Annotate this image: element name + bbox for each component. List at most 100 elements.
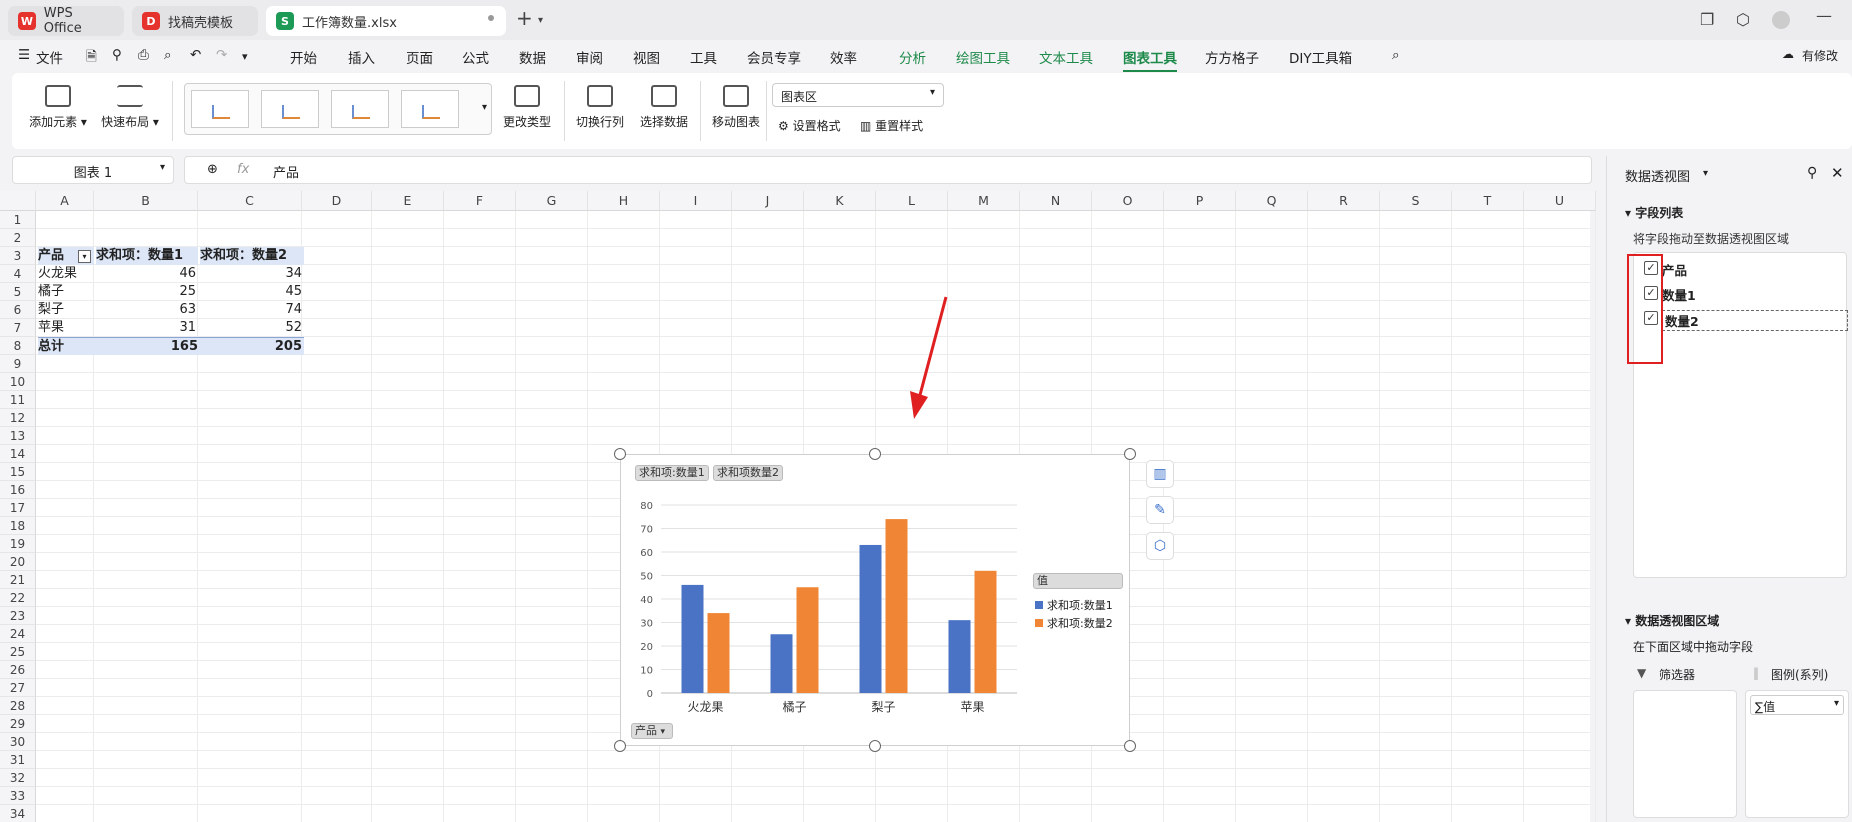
row-header-16[interactable]: 16 [0, 481, 36, 499]
menu-chart-tools[interactable]: 图表工具 [1123, 47, 1177, 72]
chart-style-thumb[interactable] [191, 90, 249, 128]
menu-icon[interactable]: ☰ [18, 47, 30, 63]
legend-drop-area[interactable]: ∑值 ▾ [1745, 690, 1849, 818]
move-chart-button[interactable]: 移动图表 [706, 85, 766, 130]
column-header-J[interactable]: J [732, 191, 804, 211]
resize-handle[interactable] [614, 740, 626, 752]
row-header-6[interactable]: 6 [0, 301, 36, 319]
menu-view[interactable]: 视图 [633, 47, 660, 67]
menu-text-tools[interactable]: 文本工具 [1039, 47, 1093, 67]
column-header-F[interactable]: F [444, 191, 516, 211]
avatar[interactable] [1772, 11, 1790, 29]
column-header-T[interactable]: T [1452, 191, 1524, 211]
axis-field-button[interactable]: 产品 ▾ [631, 723, 673, 739]
save-icon[interactable]: 🗎 [86, 47, 97, 70]
menu-fangfang[interactable]: 方方格子 [1205, 47, 1259, 67]
row-header-31[interactable]: 31 [0, 751, 36, 769]
field-label-qty1[interactable]: 数量1 [1662, 285, 1696, 304]
chevron-down-icon[interactable]: ▾ [1703, 168, 1708, 179]
select-all-corner[interactable] [0, 191, 36, 211]
column-header-O[interactable]: O [1092, 191, 1164, 211]
search-icon[interactable]: ⌕ [1392, 47, 1400, 63]
row-header-7[interactable]: 7 [0, 319, 36, 337]
chart-style-thumb[interactable] [261, 90, 319, 128]
chart-element-select[interactable]: 图表区 ▾ [772, 83, 944, 107]
column-header-N[interactable]: N [1020, 191, 1092, 211]
chart-elements-icon[interactable]: ▥ [1146, 460, 1174, 488]
menu-page[interactable]: 页面 [406, 47, 433, 67]
row-header-13[interactable]: 13 [0, 427, 36, 445]
column-header-P[interactable]: P [1164, 191, 1236, 211]
column-header-Q[interactable]: Q [1236, 191, 1308, 211]
row-header-2[interactable]: 2 [0, 229, 36, 247]
menu-drawing-tools[interactable]: 绘图工具 [956, 47, 1010, 67]
print-preview-icon[interactable]: ⌕ [164, 47, 172, 63]
field-label-qty2[interactable]: 数量2 [1662, 310, 1848, 331]
fx-icon[interactable]: fx [237, 162, 249, 177]
row-header-5[interactable]: 5 [0, 283, 36, 301]
filter-dropdown-icon[interactable]: ▾ [78, 250, 91, 263]
row-header-25[interactable]: 25 [0, 643, 36, 661]
column-header-E[interactable]: E [372, 191, 444, 211]
quick-access-dropdown-icon[interactable]: ▾ [242, 50, 248, 63]
zoom-icon[interactable]: ⊕ [207, 162, 218, 177]
pivot-total-value[interactable]: 165 [96, 337, 200, 355]
chart-style-thumb[interactable] [331, 90, 389, 128]
menu-formula[interactable]: 公式 [462, 47, 489, 67]
name-box[interactable]: 图表 1 ▾ [12, 156, 174, 184]
row-header-4[interactable]: 4 [0, 265, 36, 283]
column-header-G[interactable]: G [516, 191, 588, 211]
chart-filter-icon[interactable]: ⬡ [1146, 532, 1174, 560]
bar-1-3[interactable] [948, 620, 971, 693]
tab-wps-office[interactable]: W WPS Office [8, 6, 124, 36]
menu-insert[interactable]: 插入 [348, 47, 375, 67]
reset-style-button[interactable]: ▥ 重置样式 [860, 117, 940, 134]
pivot-value[interactable]: 74 [200, 301, 302, 319]
bar-1-0[interactable] [681, 584, 704, 693]
filter-drop-area[interactable] [1633, 690, 1737, 818]
bar-2-3[interactable] [974, 570, 997, 693]
set-format-button[interactable]: ⚙ 设置格式 [778, 117, 858, 134]
column-header-H[interactable]: H [588, 191, 660, 211]
column-header-B[interactable]: B [94, 191, 198, 211]
resize-handle[interactable] [869, 448, 881, 460]
formula-input[interactable]: ⊕ fx 产品 [184, 156, 1592, 184]
column-header-U[interactable]: U [1524, 191, 1596, 211]
row-header-30[interactable]: 30 [0, 733, 36, 751]
menu-review[interactable]: 审阅 [576, 47, 603, 67]
field-label-product[interactable]: 产品 [1662, 260, 1687, 279]
modified-status[interactable]: 有修改 [1802, 47, 1838, 64]
row-header-10[interactable]: 10 [0, 373, 36, 391]
column-header-I[interactable]: I [660, 191, 732, 211]
pivot-row-label[interactable]: 橘子 [38, 283, 94, 301]
resize-handle[interactable] [1124, 448, 1136, 460]
row-header-18[interactable]: 18 [0, 517, 36, 535]
row-header-11[interactable]: 11 [0, 391, 36, 409]
minimize-icon[interactable]: — [1816, 6, 1832, 25]
row-header-33[interactable]: 33 [0, 787, 36, 805]
switch-row-col-button[interactable]: 切换行列 [570, 85, 630, 130]
row-header-12[interactable]: 12 [0, 409, 36, 427]
menu-member[interactable]: 会员专享 [747, 47, 801, 67]
pivot-value[interactable]: 34 [200, 265, 302, 283]
window-restore-icon[interactable]: ❐ [1700, 10, 1714, 29]
row-header-14[interactable]: 14 [0, 445, 36, 463]
column-header-R[interactable]: R [1308, 191, 1380, 211]
row-header-23[interactable]: 23 [0, 607, 36, 625]
column-header-C[interactable]: C [198, 191, 302, 211]
column-header-L[interactable]: L [876, 191, 948, 211]
quick-layout-button[interactable]: 快速布局 ▾ [98, 85, 162, 130]
row-header-34[interactable]: 34 [0, 805, 36, 822]
row-header-29[interactable]: 29 [0, 715, 36, 733]
row-header-3[interactable]: 3 [0, 247, 36, 265]
pivot-row-label[interactable]: 梨子 [38, 301, 94, 319]
menu-analyze[interactable]: 分析 [899, 47, 926, 67]
bar-1-2[interactable] [859, 544, 882, 693]
pivot-header-qty2[interactable]: 求和项：数量2 [200, 247, 304, 265]
menu-diy-toolbox[interactable]: DIY工具箱 [1289, 47, 1352, 67]
tab-template[interactable]: D 找稿壳模板 [132, 6, 258, 36]
menu-home[interactable]: 开始 [290, 47, 317, 67]
menu-file[interactable]: 文件 [36, 47, 63, 67]
resize-handle[interactable] [614, 448, 626, 460]
column-header-M[interactable]: M [948, 191, 1020, 211]
